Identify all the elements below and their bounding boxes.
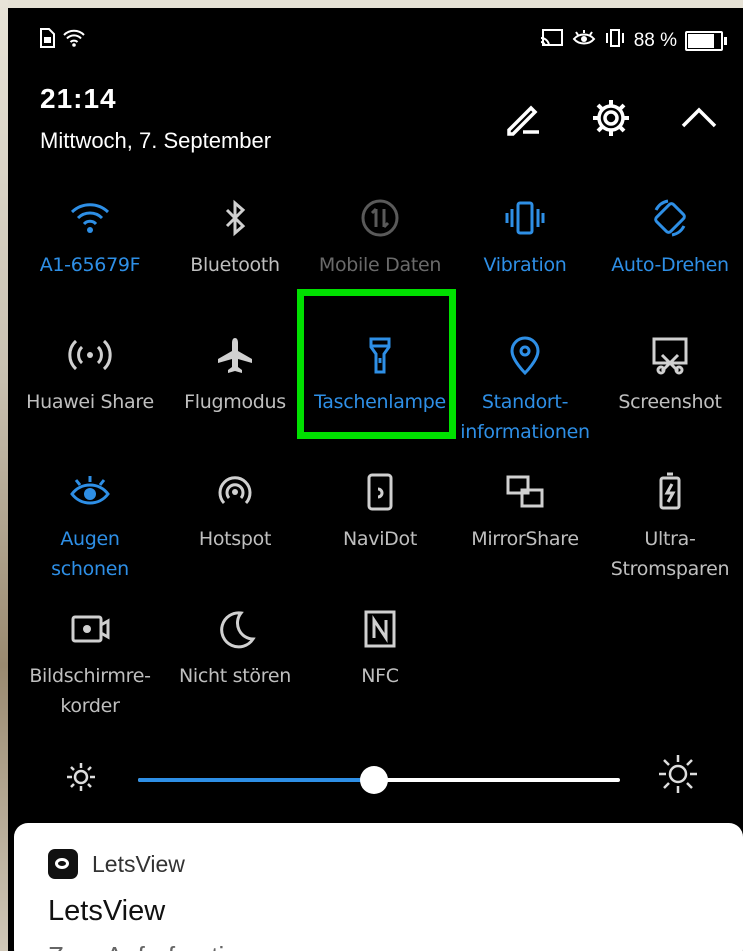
location-icon	[503, 333, 547, 377]
tile-mobile-data[interactable]: Mobile Daten	[308, 196, 452, 280]
tile-airplane[interactable]: Flugmodus	[163, 333, 307, 417]
tile-screenshot[interactable]: Screenshot	[598, 333, 742, 417]
tile-label-line2: korder	[60, 695, 120, 717]
battery-icon	[685, 31, 727, 51]
tile-screen-recorder[interactable]: Bildschirmre-korder	[18, 607, 162, 721]
tile-label: Nicht stören	[179, 665, 291, 687]
notification-title: LetsView	[48, 895, 166, 927]
tile-label-line2: schonen	[51, 558, 129, 580]
tile-share[interactable]: Huawei Share	[18, 333, 162, 417]
eye-icon	[572, 28, 596, 54]
clock: 21:14	[40, 83, 117, 114]
tile-hotspot[interactable]: Hotspot	[163, 470, 307, 554]
tile-label: A1-65679F	[39, 254, 141, 276]
tile-label-line2: Stromsparen	[610, 558, 730, 580]
edit-icon[interactable]	[501, 96, 545, 140]
wifi-icon	[68, 196, 112, 240]
eye-icon	[68, 470, 112, 514]
tile-battery-saver[interactable]: Ultra- Stromsparen	[598, 470, 742, 584]
quick-settings-panel: 88 % 21:14 Mittwoch, 7. September A1-656…	[8, 8, 743, 951]
tile-label: Ultra- Stromsparen	[598, 524, 742, 584]
tile-label: Auto-Drehen	[611, 254, 729, 276]
screen-recorder-icon	[68, 607, 112, 651]
tile-nfc[interactable]: NFC	[308, 607, 452, 691]
tile-label: Flugmodus	[184, 391, 286, 413]
tile-moon[interactable]: Nicht stören	[163, 607, 307, 691]
cast-icon	[540, 28, 564, 54]
tile-rotate[interactable]: Auto-Drehen	[598, 196, 742, 280]
tile-label: Huawei Share	[26, 391, 154, 413]
tile-bluetooth[interactable]: Bluetooth	[163, 196, 307, 280]
tile-location[interactable]: Standort-informationen	[453, 333, 597, 447]
nfc-icon	[358, 607, 402, 651]
tile-mirrorshare[interactable]: MirrorShare	[453, 470, 597, 554]
brightness-row	[8, 748, 743, 808]
battery-saver-icon	[648, 470, 692, 514]
letsview-app-icon	[48, 849, 78, 879]
tile-vibration[interactable]: Vibration	[453, 196, 597, 280]
brightness-knob[interactable]	[360, 766, 389, 794]
tile-wifi[interactable]: A1-65679F	[18, 196, 162, 280]
gear-icon[interactable]	[589, 96, 633, 140]
tile-navidot[interactable]: NaviDot	[308, 470, 452, 554]
tile-label: Bildschirmre-korder	[18, 661, 162, 721]
tile-label: Hotspot	[198, 528, 272, 550]
battery-text: 88 %	[633, 30, 677, 51]
brightness-fill	[138, 778, 375, 782]
vibrate-icon	[604, 28, 626, 54]
hotspot-icon	[213, 470, 257, 514]
wifi-icon	[62, 28, 86, 54]
screenshot-icon	[648, 333, 692, 377]
bluetooth-icon	[213, 196, 257, 240]
tile-label: Vibration	[483, 254, 567, 276]
tile-label-line2: informationen	[460, 421, 590, 443]
brightness-high-icon	[656, 752, 700, 801]
vibration-icon	[503, 196, 547, 240]
navidot-icon	[358, 470, 402, 514]
battery-fill	[688, 34, 715, 48]
window-left-edge	[0, 0, 8, 951]
airplane-icon	[213, 333, 257, 377]
tile-label: Screenshot	[618, 391, 722, 413]
rotate-icon	[648, 196, 692, 240]
brightness-low-icon	[64, 760, 98, 799]
share-icon	[68, 333, 112, 377]
moon-icon	[213, 607, 257, 651]
notification-app-name: LetsView	[92, 850, 185, 877]
tile-eye[interactable]: Augen schonen	[18, 470, 162, 584]
chevron-up-icon[interactable]	[677, 96, 721, 140]
notification-card[interactable]: LetsView LetsView Zum Aufrufen tippen	[14, 823, 743, 951]
tile-label-line1: Bildschirmre-	[29, 665, 151, 687]
tile-label: MirrorShare	[471, 528, 579, 550]
window-top-edge	[0, 0, 743, 8]
sim-icon	[38, 28, 56, 54]
tile-label: Standort-informationen	[453, 387, 597, 447]
tile-label-line1: Standort-	[481, 391, 569, 413]
flashlight-highlight-box	[297, 289, 456, 439]
tile-label: Augen schonen	[18, 524, 162, 584]
tile-label: Bluetooth	[190, 254, 280, 276]
date: Mittwoch, 7. September	[40, 128, 272, 153]
tile-label-line1: Augen	[60, 528, 120, 550]
notification-text: Zum Aufrufen tippen	[48, 941, 282, 951]
mirrorshare-icon	[503, 470, 547, 514]
tile-label: NFC	[361, 665, 399, 687]
tile-label-line1: Ultra-	[644, 528, 696, 550]
status-bar: 88 %	[8, 8, 743, 56]
tile-label: NaviDot	[343, 528, 417, 550]
tile-label: Mobile Daten	[318, 254, 442, 276]
mobile-data-icon	[358, 196, 402, 240]
